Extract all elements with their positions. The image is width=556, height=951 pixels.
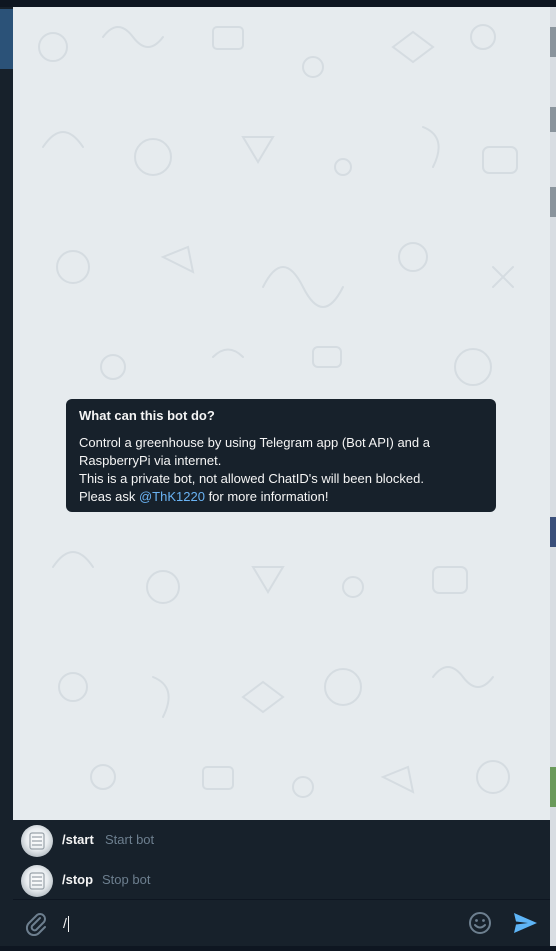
bot-info-line: Pleas ask @ThK1220 for more information! (79, 488, 483, 506)
bot-info-text: Pleas ask (79, 489, 139, 504)
bot-info-title: What can this bot do? (79, 408, 215, 423)
message-composer: / (13, 900, 550, 946)
smiley-icon[interactable] (467, 910, 493, 936)
window-top-bar (0, 0, 556, 7)
command-name: /start (62, 832, 94, 847)
background-window-edge (550, 7, 556, 951)
message-input-value: / (63, 915, 67, 931)
chat-list-edge (0, 7, 13, 951)
command-item-start[interactable]: /start Start bot (13, 820, 550, 860)
mention-link[interactable]: @ThK1220 (139, 489, 205, 504)
active-chat-highlight[interactable] (0, 9, 13, 69)
message-input[interactable]: / (63, 910, 453, 936)
command-item-stop[interactable]: /stop Stop bot (13, 860, 550, 900)
bot-info-line: RaspberryPi via internet. (79, 453, 222, 468)
bot-info-card: What can this bot do? Control a greenhou… (66, 399, 496, 512)
bot-info-text: for more information! (204, 489, 329, 504)
window-bottom-edge (0, 946, 556, 951)
bot-info-line: This is a private bot, not allowed ChatI… (79, 471, 424, 486)
text-caret (67, 916, 69, 933)
bot-avatar-icon (21, 825, 53, 857)
bot-info-line: Control a greenhouse by using Telegram a… (79, 435, 430, 450)
send-icon[interactable] (511, 909, 539, 937)
command-description: Stop bot (102, 872, 151, 887)
bot-avatar-icon (21, 865, 53, 897)
chat-background: What can this bot do? Control a greenhou… (13, 7, 550, 820)
command-description: Start bot (105, 832, 155, 847)
paperclip-icon[interactable] (23, 910, 49, 937)
command-suggestions: /start Start bot /stop Stop bot (13, 820, 550, 900)
command-name: /stop (62, 872, 94, 887)
